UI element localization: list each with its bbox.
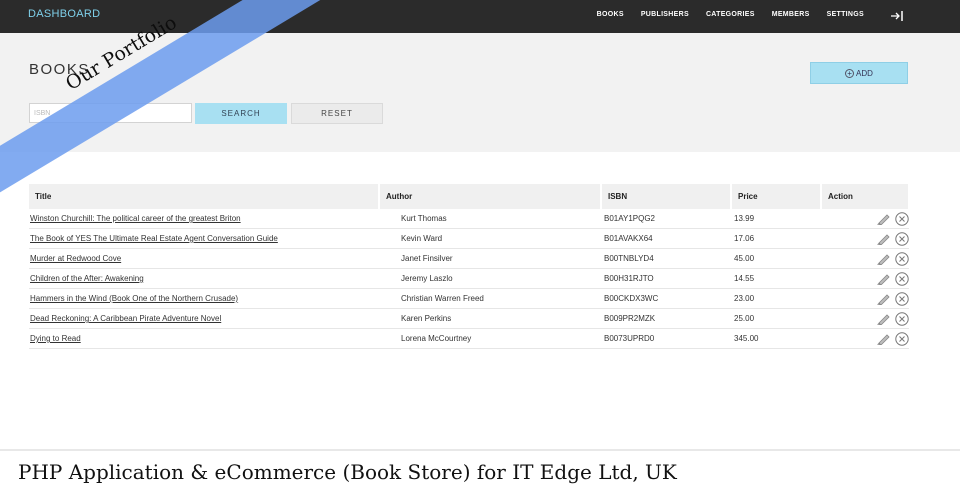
book-price: 17.06 <box>731 228 821 249</box>
book-title-link[interactable]: Hammers in the Wind (Book One of the Nor… <box>29 288 379 309</box>
delete-icon[interactable] <box>895 231 909 246</box>
plus-circle-icon: + <box>845 68 855 78</box>
column-header-title: Title <box>29 184 380 209</box>
delete-icon[interactable] <box>895 251 909 266</box>
delete-icon[interactable] <box>895 311 909 326</box>
nav-item-categories[interactable]: CATEGORIES <box>706 11 755 18</box>
book-author: Lorena McCourtney <box>379 328 601 349</box>
edit-icon[interactable] <box>876 212 891 225</box>
book-author: Christian Warren Freed <box>379 288 601 309</box>
row-actions <box>821 288 909 309</box>
table-row: Murder at Redwood Cove Janet Finsilver B00… <box>29 248 909 269</box>
table-row: Children of the After: Awakening Jeremy L… <box>29 268 909 289</box>
dashboard-link[interactable]: DASHBOARD <box>28 8 100 20</box>
book-title-link[interactable]: Winston Churchill: The political career … <box>29 209 379 229</box>
row-actions <box>821 228 909 249</box>
edit-icon[interactable] <box>876 312 891 325</box>
delete-icon[interactable] <box>895 291 909 306</box>
column-header-author: Author <box>379 184 602 209</box>
edit-icon[interactable] <box>876 232 891 245</box>
nav-item-members[interactable]: MEMBERS <box>772 11 810 18</box>
book-author: Kevin Ward <box>379 228 601 249</box>
column-header-price: Price <box>731 184 822 209</box>
book-title-link[interactable]: Dying to Read <box>29 328 379 349</box>
logout-icon[interactable] <box>890 10 904 22</box>
column-header-action: Action <box>821 184 910 209</box>
book-price: 45.00 <box>731 248 821 269</box>
book-author: Karen Perkins <box>379 308 601 329</box>
search-button[interactable]: SEARCH <box>195 103 287 124</box>
book-isbn: B01AVAKX64 <box>601 228 731 249</box>
book-isbn: B00TNBLYD4 <box>601 248 731 269</box>
book-price: 345.00 <box>731 328 821 349</box>
book-title-link[interactable]: Children of the After: Awakening <box>29 268 379 289</box>
book-author: Janet Finsilver <box>379 248 601 269</box>
caption-bar: PHP Application & eCommerce (Book Store)… <box>0 449 960 500</box>
nav-item-publishers[interactable]: PUBLISHERS <box>641 11 689 18</box>
row-actions <box>821 209 909 229</box>
book-title-link[interactable]: Murder at Redwood Cove <box>29 248 379 269</box>
table-row: The Book of YES The Ultimate Real Estate… <box>29 228 909 249</box>
add-button-label: ADD <box>856 68 873 78</box>
book-isbn: B0073UPRD0 <box>601 328 731 349</box>
book-author: Kurt Thomas <box>379 209 601 229</box>
book-author: Jeremy Laszlo <box>379 268 601 289</box>
app-window: DASHBOARD BOOKS PUBLISHERS CATEGORIES ME… <box>0 0 960 500</box>
column-header-isbn: ISBN <box>601 184 732 209</box>
book-isbn: B009PR2MZK <box>601 308 731 329</box>
edit-icon[interactable] <box>876 252 891 265</box>
book-price: 25.00 <box>731 308 821 329</box>
book-price: 14.55 <box>731 268 821 289</box>
books-table: Title Author ISBN Price Action Winston C… <box>29 184 910 349</box>
edit-icon[interactable] <box>876 292 891 305</box>
book-isbn: B00H31RJTO <box>601 268 731 289</box>
delete-icon[interactable] <box>895 331 909 346</box>
edit-icon[interactable] <box>876 272 891 285</box>
table-row: Dying to Read Lorena McCourtney B0073UPRD0… <box>29 328 909 349</box>
book-isbn: B00CKDX3WC <box>601 288 731 309</box>
delete-icon[interactable] <box>895 271 909 286</box>
table-header-row: Title Author ISBN Price Action <box>29 184 910 209</box>
book-isbn: B01AY1PQG2 <box>601 209 731 229</box>
row-actions <box>821 248 909 269</box>
reset-button[interactable]: RESET <box>291 103 383 124</box>
book-price: 23.00 <box>731 288 821 309</box>
book-price: 13.99 <box>731 209 821 229</box>
table-row: Dead Reckoning: A Caribbean Pirate Adven… <box>29 308 909 329</box>
nav-item-settings[interactable]: SETTINGS <box>827 11 864 18</box>
add-book-button[interactable]: + ADD <box>810 62 908 84</box>
nav-menu: BOOKS PUBLISHERS CATEGORIES MEMBERS SETT… <box>580 11 864 18</box>
row-actions <box>821 328 909 349</box>
row-actions <box>821 268 909 289</box>
book-title-link[interactable]: Dead Reckoning: A Caribbean Pirate Adven… <box>29 308 379 329</box>
table-row: Hammers in the Wind (Book One of the Nor… <box>29 288 909 309</box>
book-title-link[interactable]: The Book of YES The Ultimate Real Estate… <box>29 228 379 249</box>
caption-text: PHP Application & eCommerce (Book Store)… <box>18 460 677 484</box>
edit-icon[interactable] <box>876 332 891 345</box>
row-actions <box>821 308 909 329</box>
nav-item-books[interactable]: BOOKS <box>597 11 624 18</box>
delete-icon[interactable] <box>895 211 909 226</box>
table-row: Winston Churchill: The political career … <box>29 209 909 229</box>
